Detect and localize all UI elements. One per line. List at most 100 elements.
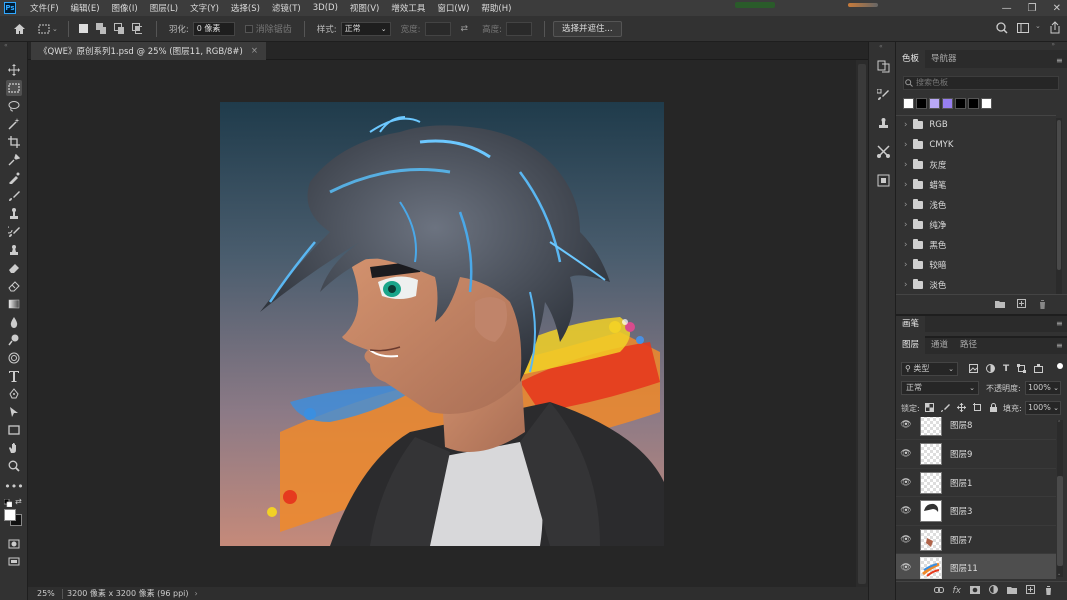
swatch-6[interactable]	[968, 98, 979, 109]
menu-3d[interactable]: 3D(D)	[307, 3, 344, 13]
brush-settings-icon[interactable]	[875, 87, 891, 103]
swatches-scrollbar[interactable]	[1056, 118, 1062, 295]
layer-row-selected[interactable]: 👁 图层11	[896, 553, 1056, 579]
brush-tool-icon[interactable]	[6, 188, 22, 204]
swatch-group-dark[interactable]: › 较暗	[904, 255, 946, 275]
antialias-checkbox[interactable]: 消除锯齿	[244, 22, 292, 35]
swatches-search-input[interactable]: 搜索色板	[903, 76, 1059, 90]
new-layer-icon[interactable]	[1026, 585, 1035, 597]
shape-filter-icon[interactable]	[1017, 364, 1027, 376]
3d-panel-icon[interactable]	[875, 172, 891, 188]
canvas-area[interactable]	[28, 60, 856, 587]
style-select[interactable]: 正常 ⌄	[340, 21, 391, 36]
type-filter-icon[interactable]: T	[1003, 364, 1009, 376]
new-selection-icon[interactable]	[78, 24, 88, 33]
menu-image[interactable]: 图像(I)	[106, 2, 144, 14]
sponge-tool-icon[interactable]	[6, 350, 22, 366]
tool-presets-icon[interactable]	[875, 143, 891, 159]
pen-tool-icon[interactable]	[6, 386, 22, 402]
crop-tool-icon[interactable]	[6, 134, 22, 150]
adjustment-filter-icon[interactable]	[986, 364, 995, 376]
swatch-group-light[interactable]: › 浅色	[904, 195, 946, 215]
restore-icon[interactable]: ❐	[1028, 3, 1037, 14]
collapse-icon[interactable]: «	[4, 43, 24, 49]
rect-marquee-tool-icon[interactable]	[6, 80, 22, 96]
swatch-group-pastel[interactable]: › 蜡笔	[904, 175, 946, 195]
rectangle-tool-icon[interactable]	[6, 422, 22, 438]
lock-artboard-icon[interactable]	[973, 403, 982, 415]
delete-icon[interactable]	[1038, 299, 1047, 312]
tab-swatches[interactable]: 色板	[896, 50, 926, 68]
home-icon[interactable]	[0, 23, 38, 35]
type-tool-icon[interactable]	[6, 368, 22, 384]
new-swatch-icon[interactable]	[1017, 299, 1026, 312]
layer-row[interactable]: 👁 图层1	[896, 468, 1056, 496]
brush-menu-icon[interactable]: ≡	[1056, 319, 1063, 328]
history-brush-tool-icon[interactable]	[6, 224, 22, 240]
expand-panels-icon[interactable]: «	[879, 43, 883, 50]
blur-tool-icon[interactable]	[6, 314, 22, 330]
layers-scrollbar[interactable]: ⌃ ⌄	[1057, 420, 1063, 577]
stamp-tool-icon[interactable]	[6, 242, 22, 258]
swatch-2[interactable]	[916, 98, 927, 109]
lock-all-icon[interactable]	[989, 403, 998, 415]
dodge-tool-icon[interactable]	[6, 332, 22, 348]
move-tool-icon[interactable]	[6, 62, 22, 78]
zoom-level[interactable]: 25%	[28, 589, 62, 598]
pixel-filter-icon[interactable]	[969, 364, 978, 376]
menu-file[interactable]: 文件(F)	[24, 2, 65, 14]
smart-object-filter-icon[interactable]	[1034, 364, 1044, 376]
share-icon[interactable]	[1049, 21, 1061, 37]
menu-select[interactable]: 选择(S)	[225, 2, 266, 14]
healing-brush-tool-icon[interactable]	[6, 170, 22, 186]
layer-row[interactable]: 👁 图层3	[896, 496, 1056, 524]
zoom-tool-icon[interactable]	[6, 458, 22, 474]
menu-layer[interactable]: 图层(L)	[144, 2, 184, 14]
eyedropper-tool-icon[interactable]	[6, 152, 22, 168]
swatch-4[interactable]	[942, 98, 953, 109]
new-group-icon[interactable]	[1007, 585, 1017, 597]
adjustment-layer-icon[interactable]	[989, 585, 998, 597]
swatch-7[interactable]	[981, 98, 992, 109]
bg-eraser-tool-icon[interactable]	[6, 278, 22, 294]
swatch-5[interactable]	[955, 98, 966, 109]
eye-icon[interactable]: 👁	[896, 535, 916, 545]
layer-row[interactable]: 👁 图层9	[896, 439, 1056, 467]
swatch-3[interactable]	[929, 98, 940, 109]
lock-transparent-icon[interactable]	[925, 403, 934, 415]
opacity-input[interactable]: 100% ⌄	[1025, 381, 1061, 395]
path-selection-tool-icon[interactable]	[6, 404, 22, 420]
eraser-tool-icon[interactable]	[6, 260, 22, 276]
width-input[interactable]	[424, 21, 451, 36]
canvas-scroll-thumb[interactable]	[858, 64, 866, 584]
select-and-mask-button[interactable]: 选择并遮住...	[552, 20, 622, 37]
workspace-icon[interactable]	[1017, 23, 1029, 36]
layer-row[interactable]: 👁 图层8	[896, 417, 1056, 439]
layer-row[interactable]: 👁 图层7	[896, 525, 1056, 553]
document-tab[interactable]: 《QWE》原创系列1.psd @ 25% (图层11, RGB/8#) ×	[31, 42, 266, 60]
swatch-group-gray[interactable]: › 灰度	[904, 155, 946, 175]
tab-paths[interactable]: 路径	[954, 336, 983, 354]
eye-icon[interactable]: 👁	[896, 478, 916, 488]
menu-edit[interactable]: 编辑(E)	[65, 2, 106, 14]
layer-kind-filter[interactable]: ⚲ 类型 ⌄	[901, 362, 958, 376]
menu-window[interactable]: 窗口(W)	[431, 2, 475, 14]
add-mask-icon[interactable]	[970, 585, 980, 597]
swatch-group-pure[interactable]: › 纯净	[904, 215, 946, 235]
eye-icon[interactable]: 👁	[896, 563, 916, 573]
menu-view[interactable]: 视图(V)	[344, 2, 385, 14]
default-colors-icon[interactable]	[3, 498, 13, 508]
eye-icon[interactable]: 👁	[896, 506, 916, 516]
swatch-group-black[interactable]: › 黑色	[904, 235, 946, 255]
intersect-selection-icon[interactable]	[131, 23, 142, 34]
close-icon[interactable]: ✕	[1053, 3, 1061, 14]
minimize-icon[interactable]: —	[1002, 3, 1012, 14]
clone-source-icon[interactable]	[875, 115, 891, 131]
filter-toggle-icon[interactable]	[1057, 363, 1063, 369]
clone-stamp-tool-icon[interactable]	[6, 206, 22, 222]
tab-navigator[interactable]: 导航器	[925, 50, 963, 68]
more-tools-icon[interactable]: •••	[4, 478, 23, 494]
blend-mode-select[interactable]: 正常 ⌄	[901, 381, 979, 395]
menu-plugins[interactable]: 增效工具	[385, 2, 431, 14]
foreground-color-swatch[interactable]	[4, 509, 16, 521]
